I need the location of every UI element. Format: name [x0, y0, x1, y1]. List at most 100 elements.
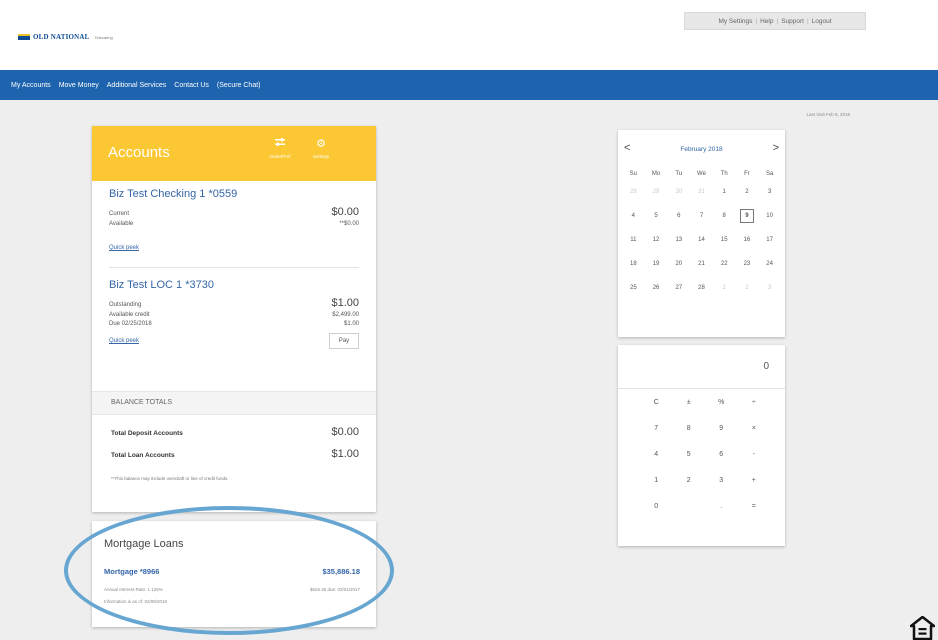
row-label: Available credit [109, 312, 150, 318]
calendar-dow: Su [629, 171, 638, 177]
calendar-dow: Sa [765, 171, 774, 177]
calculator-key[interactable]: ÷ [738, 397, 771, 423]
calendar-day[interactable]: 29 [645, 185, 668, 209]
util-link-settings[interactable]: My Settings [718, 18, 752, 25]
pay-button[interactable]: Pay [329, 333, 359, 349]
calendar-day[interactable]: 17 [758, 233, 781, 257]
calendar-day[interactable]: 28 [690, 281, 713, 305]
calendar-day[interactable]: 28 [622, 185, 645, 209]
calculator-key[interactable]: 6 [705, 449, 738, 475]
nav-move-money[interactable]: Move Money [59, 82, 99, 89]
calendar-day[interactable]: 4 [622, 209, 645, 233]
order-pref-button[interactable]: Order/Pref [263, 138, 297, 159]
quick-peek-link[interactable]: Quick peek [109, 338, 139, 344]
account-loc: Biz Test LOC 1 *3730 Outstanding $1.00 A… [109, 279, 359, 349]
calculator-key[interactable]: 9 [705, 423, 738, 449]
calculator-key[interactable]: C [640, 397, 673, 423]
nav-my-accounts[interactable]: My Accounts [11, 82, 51, 89]
calculator-key[interactable]: - [738, 449, 771, 475]
calculator-key[interactable]: 8 [673, 423, 706, 449]
calculator-key[interactable]: 7 [640, 423, 673, 449]
calendar-day[interactable]: 30 [667, 185, 690, 209]
calendar-day-number: 20 [675, 261, 683, 267]
calendar-day[interactable]: 13 [667, 233, 690, 257]
balance-footnote: **This balance may include overdraft or … [111, 476, 229, 481]
util-link-help[interactable]: Help [760, 18, 773, 25]
calendar-day[interactable]: 3 [758, 185, 781, 209]
calendar-day[interactable]: 1 [713, 281, 736, 305]
calendar-month: February 2018 [680, 146, 723, 153]
calendar-day[interactable]: 26 [645, 281, 668, 305]
calendar-day[interactable]: 7 [690, 209, 713, 233]
account-name-link[interactable]: Biz Test Checking 1 *0559 [109, 188, 359, 200]
calendar-day[interactable]: 27 [667, 281, 690, 305]
calendar-day[interactable]: 18 [622, 257, 645, 281]
calendar-day[interactable]: 6 [667, 209, 690, 233]
calendar-day-number: 14 [698, 237, 705, 243]
calculator-key[interactable]: ± [673, 397, 706, 423]
calendar-day[interactable]: 19 [645, 257, 668, 281]
row-label: Available [109, 221, 134, 227]
calendar-day[interactable]: 3 [758, 281, 781, 305]
calculator-key[interactable]: 4 [640, 449, 673, 475]
nav-additional-services[interactable]: Additional Services [107, 82, 167, 89]
calculator-key[interactable]: 5 [673, 449, 706, 475]
calendar-day[interactable]: 16 [736, 233, 759, 257]
calculator-key[interactable]: 2 [673, 475, 706, 501]
brand-logo[interactable]: OLD NATIONAL Telecaring [18, 33, 113, 41]
calendar-day[interactable]: 31 [690, 185, 713, 209]
calendar-day-today[interactable]: 9 [736, 209, 759, 233]
calculator-key[interactable]: 1 [640, 475, 673, 501]
calendar-day[interactable]: 8 [713, 209, 736, 233]
row-label: Current [109, 211, 130, 217]
calendar-day-number: 15 [720, 237, 728, 243]
calculator-key[interactable]: × [738, 423, 771, 449]
calculator-key[interactable]: = [738, 501, 771, 527]
calendar-day[interactable]: 12 [645, 233, 668, 257]
nav-secure-chat[interactable]: (Secure Chat) [217, 82, 261, 89]
total-label: Total Loan Accounts [111, 452, 175, 459]
calendar-day[interactable]: 11 [622, 233, 645, 257]
top-bar: OLD NATIONAL Telecaring My Settings | He… [0, 0, 938, 70]
calendar-day[interactable]: 14 [690, 233, 713, 257]
calendar-day[interactable]: 23 [736, 257, 759, 281]
calendar-day-number: 30 [675, 189, 683, 195]
calendar-day[interactable]: 22 [713, 257, 736, 281]
util-link-support[interactable]: Support [781, 18, 804, 25]
calendar-dow: Th [720, 171, 728, 177]
utility-links: My Settings | Help | Support | Logout [684, 12, 866, 30]
calendar-day[interactable]: 2 [736, 185, 759, 209]
account-divider [109, 267, 359, 268]
account-row: Due 02/25/2018 $1.00 [109, 321, 359, 327]
calendar-day[interactable]: 5 [645, 209, 668, 233]
calendar-dow: Fr [744, 171, 750, 177]
calendar-day[interactable]: 21 [690, 257, 713, 281]
calculator-key[interactable]: 0 [640, 501, 673, 527]
nav-contact-us[interactable]: Contact Us [174, 82, 209, 89]
calendar-day[interactable]: 24 [758, 257, 781, 281]
calendar-next-button[interactable]: > [773, 142, 779, 154]
calendar-dow: Mo [651, 171, 661, 177]
row-value: $1.00 [331, 297, 359, 309]
account-name-link[interactable]: Biz Test LOC 1 *3730 [109, 279, 359, 291]
calendar-day[interactable]: 20 [667, 257, 690, 281]
calculator-key[interactable]: + [738, 475, 771, 501]
calendar-day[interactable]: 2 [736, 281, 759, 305]
total-value: $0.00 [331, 426, 359, 438]
calculator-key-blank [673, 501, 706, 527]
calendar-day[interactable]: 15 [713, 233, 736, 257]
calculator-key[interactable]: . [705, 501, 738, 527]
settings-button[interactable]: ⚙ Settings [304, 138, 338, 159]
calendar-day-number: 12 [652, 237, 660, 243]
calendar-day[interactable]: 25 [622, 281, 645, 305]
calendar-day[interactable]: 10 [758, 209, 781, 233]
calculator-key[interactable]: % [705, 397, 738, 423]
quick-peek-link[interactable]: Quick peek [109, 245, 139, 251]
calendar-day[interactable]: 1 [713, 185, 736, 209]
calculator-key[interactable]: 3 [705, 475, 738, 501]
util-link-logout[interactable]: Logout [812, 18, 832, 25]
total-label: Total Deposit Accounts [111, 430, 183, 437]
calendar-day-number: 6 [677, 213, 681, 219]
calendar-day-number: 2 [745, 189, 749, 195]
main-nav: My Accounts Move Money Additional Servic… [0, 70, 938, 100]
